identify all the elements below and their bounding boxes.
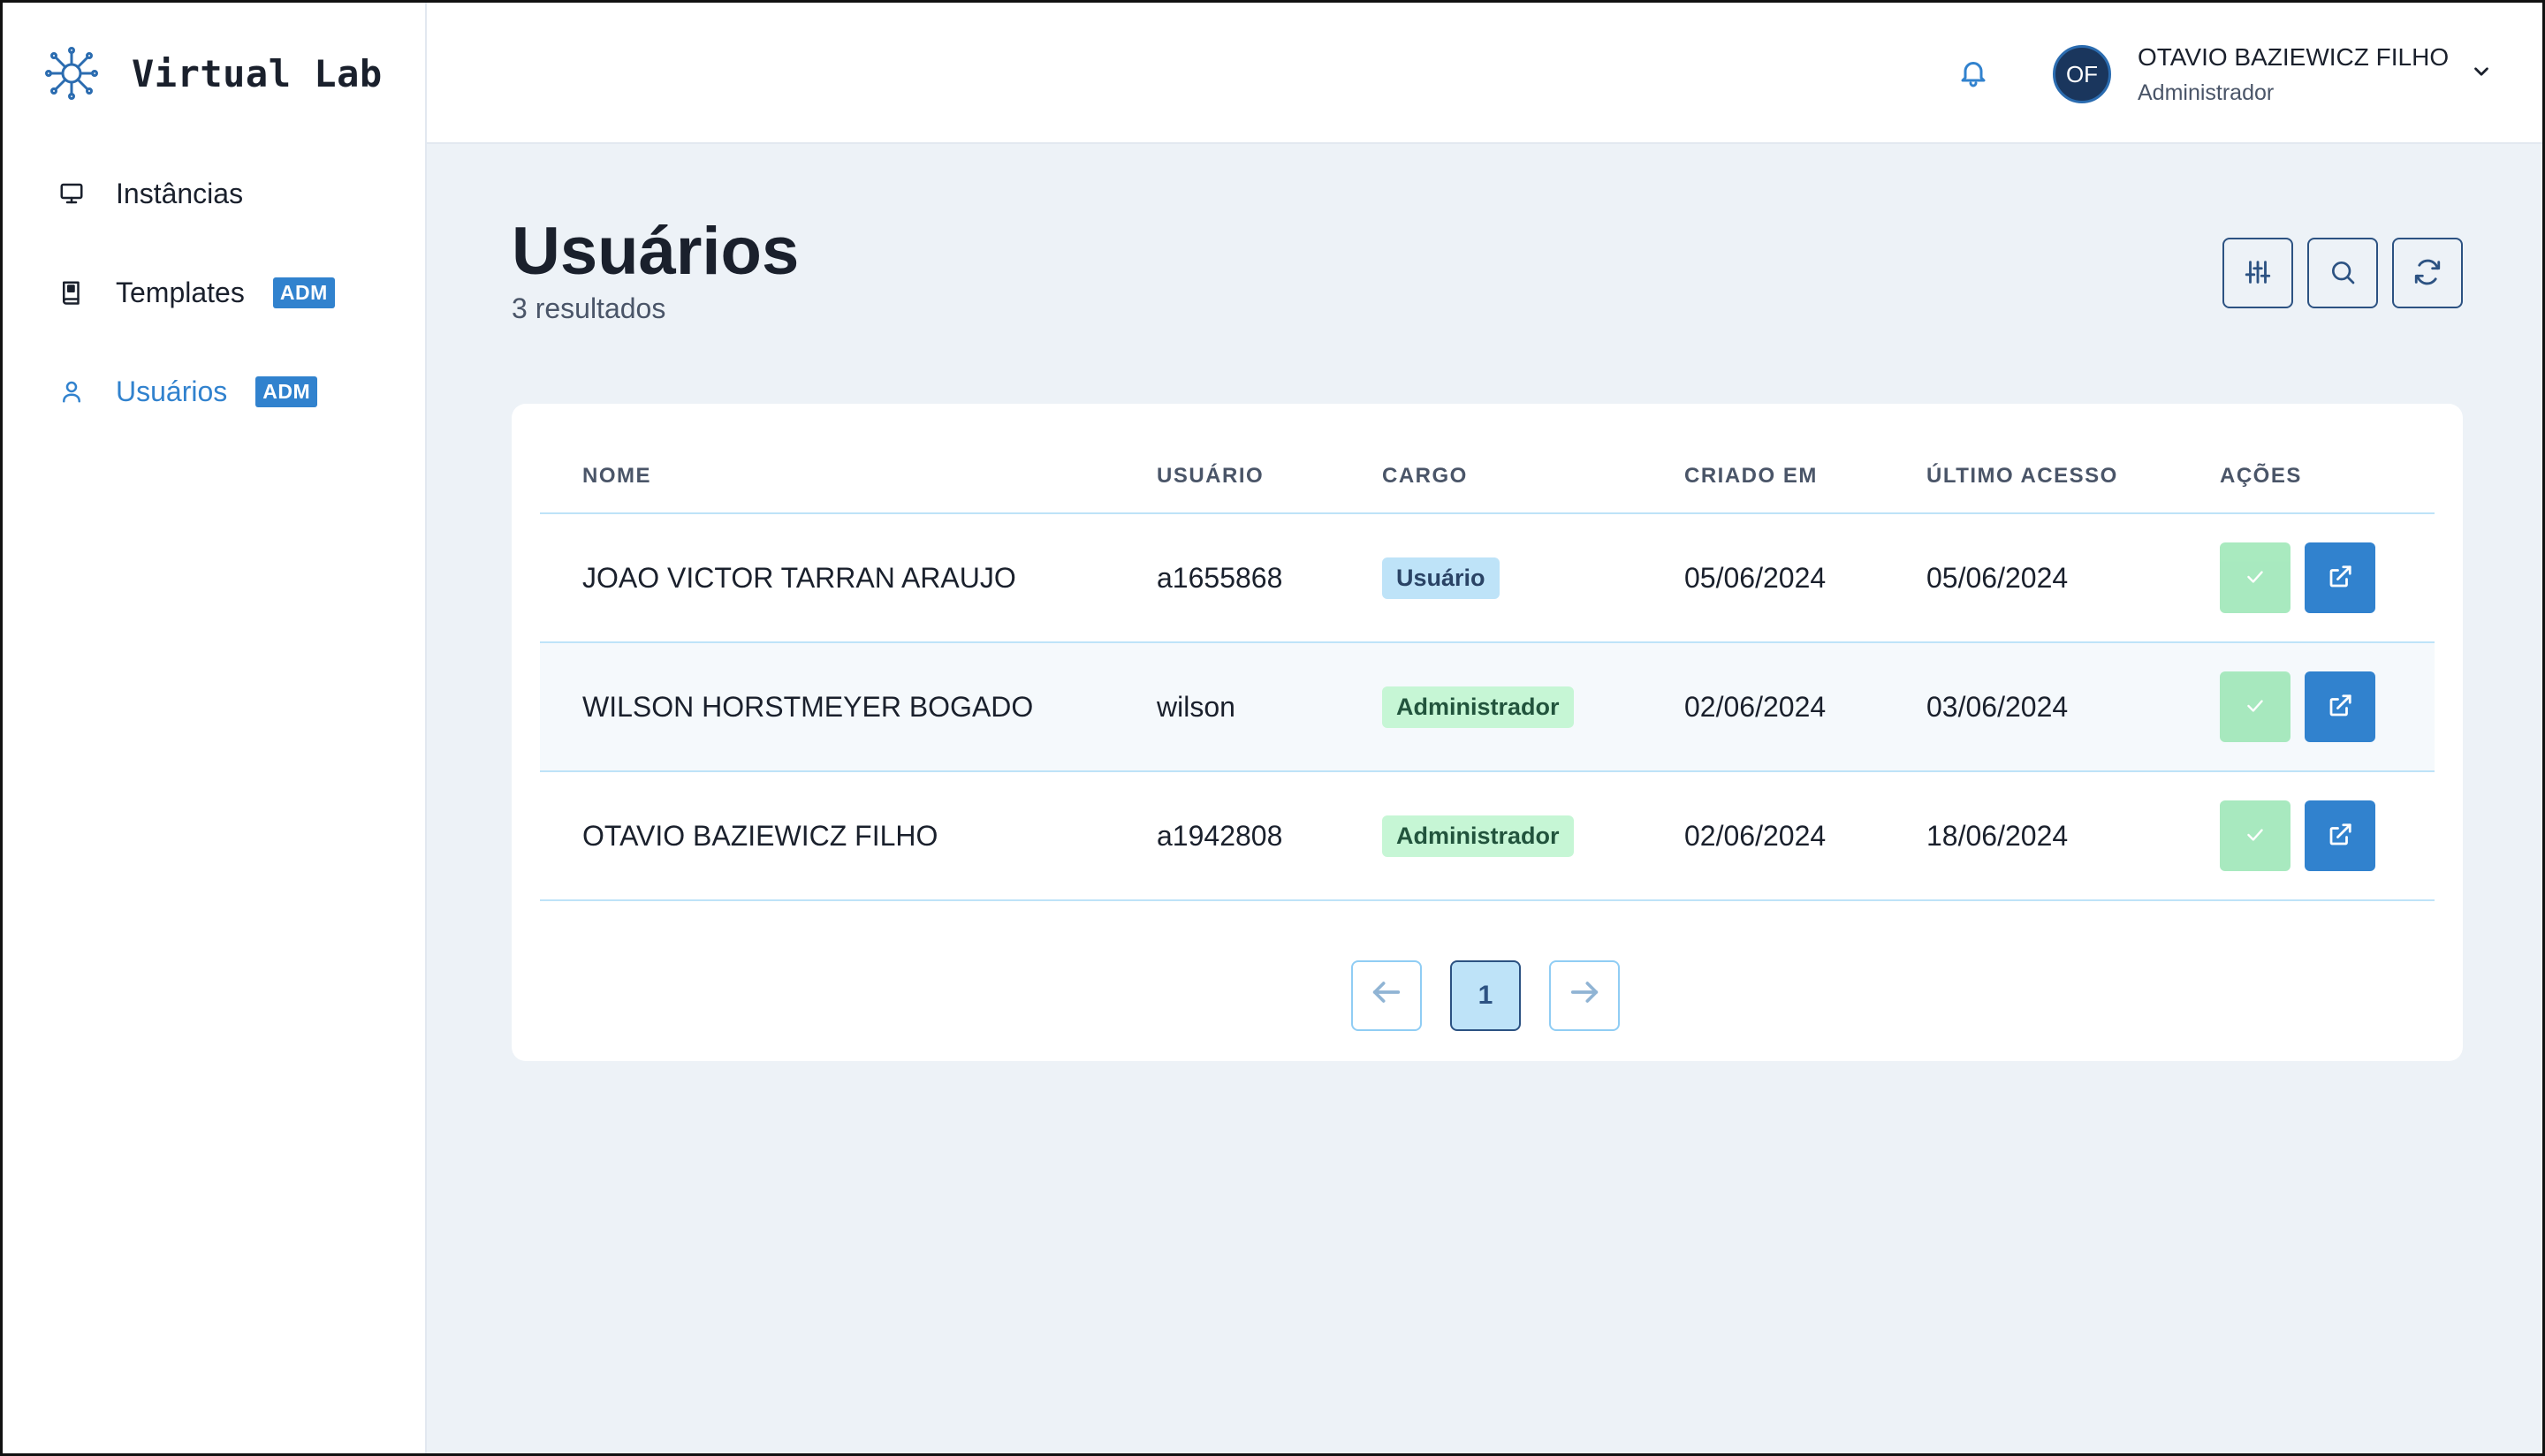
sidebar-item-label: Templates xyxy=(116,276,245,308)
chevron-down-icon[interactable] xyxy=(2470,60,2493,83)
user-role: Administrador xyxy=(2138,80,2275,105)
cell-usuario: a1655868 xyxy=(1114,513,1340,643)
column-header-ultimo-acesso[interactable]: ÚLTIMO ACESSO xyxy=(1884,439,2177,514)
table-row: JOAO VICTOR TARRAN ARAUJO a1655868 Usuár… xyxy=(540,513,2435,643)
cell-nome: OTAVIO BAZIEWICZ FILHO xyxy=(540,771,1114,901)
role-badge: Administrador xyxy=(1382,815,1574,857)
sidebar-nav: Instâncias Templates ADM Usuários ADM xyxy=(3,162,425,459)
search-icon xyxy=(2328,258,2357,289)
table-row: OTAVIO BAZIEWICZ FILHO a1942808 Administ… xyxy=(540,771,2435,901)
user-icon xyxy=(56,375,87,407)
column-header-usuario[interactable]: USUÁRIO xyxy=(1114,439,1340,514)
page-number-button[interactable]: 1 xyxy=(1450,960,1521,1031)
approve-button[interactable] xyxy=(2220,671,2290,742)
cell-acoes xyxy=(2177,771,2435,901)
open-user-button[interactable] xyxy=(2305,800,2375,871)
role-badge: Administrador xyxy=(1382,686,1574,728)
column-header-nome[interactable]: NOME xyxy=(540,439,1114,514)
sidebar-item-label: Instâncias xyxy=(116,177,244,209)
main-content: Usuários 3 resultados NOME USUÁRIO CARGO… xyxy=(427,144,2542,1453)
notifications-bell-icon[interactable] xyxy=(1951,50,1995,95)
app-window: Virtual Lab Instâncias Templates ADM Usu… xyxy=(0,0,2545,1456)
external-link-icon xyxy=(2327,693,2353,722)
open-user-button[interactable] xyxy=(2305,671,2375,742)
column-header-criado-em[interactable]: CRIADO EM xyxy=(1642,439,1884,514)
role-badge: Usuário xyxy=(1382,557,1500,599)
adm-badge: ADM xyxy=(272,277,335,308)
page-title: Usuários xyxy=(512,214,800,289)
users-table: NOME USUÁRIO CARGO CRIADO EM ÚLTIMO ACES… xyxy=(540,439,2435,901)
cell-ultimo-acesso: 03/06/2024 xyxy=(1884,642,2177,772)
table-row: WILSON HORSTMEYER BOGADO wilson Administ… xyxy=(540,642,2435,772)
toolbar xyxy=(2222,238,2463,308)
refresh-icon xyxy=(2412,257,2442,290)
cell-ultimo-acesso: 05/06/2024 xyxy=(1884,513,2177,643)
top-header: OF OTAVIO BAZIEWICZ FILHO Administrador xyxy=(427,3,2542,144)
user-menu[interactable]: OF OTAVIO BAZIEWICZ FILHO Administrador xyxy=(2053,34,2493,114)
cell-cargo: Administrador xyxy=(1340,642,1642,772)
cell-nome: WILSON HORSTMEYER BOGADO xyxy=(540,642,1114,772)
monitor-icon xyxy=(56,178,87,209)
results-count: 3 resultados xyxy=(512,292,666,324)
cell-cargo: Usuário xyxy=(1340,513,1642,643)
filter-button[interactable] xyxy=(2222,238,2293,308)
arrow-right-icon xyxy=(1567,974,1602,1017)
cell-criado-em: 05/06/2024 xyxy=(1642,513,1884,643)
adm-badge: ADM xyxy=(255,375,318,407)
sidebar-item-instancias[interactable]: Instâncias xyxy=(3,162,425,225)
open-user-button[interactable] xyxy=(2305,542,2375,613)
sidebar: Virtual Lab Instâncias Templates ADM Usu… xyxy=(3,3,427,1453)
sidebar-item-usuarios[interactable]: Usuários ADM xyxy=(3,360,425,423)
refresh-button[interactable] xyxy=(2392,238,2463,308)
check-icon xyxy=(2244,694,2267,720)
arrow-left-icon xyxy=(1369,974,1404,1017)
app-name: Virtual Lab xyxy=(132,51,383,95)
cell-acoes xyxy=(2177,513,2435,643)
table-header-row: NOME USUÁRIO CARGO CRIADO EM ÚLTIMO ACES… xyxy=(540,439,2435,514)
avatar: OF xyxy=(2053,45,2111,103)
external-link-icon xyxy=(2327,564,2353,593)
prev-page-button[interactable] xyxy=(1351,960,1422,1031)
cell-acoes xyxy=(2177,642,2435,772)
check-icon xyxy=(2244,823,2267,849)
user-info: OTAVIO BAZIEWICZ FILHO Administrador xyxy=(2138,43,2449,106)
sliders-icon xyxy=(2243,257,2273,290)
cell-criado-em: 02/06/2024 xyxy=(1642,771,1884,901)
cell-ultimo-acesso: 18/06/2024 xyxy=(1884,771,2177,901)
cell-criado-em: 02/06/2024 xyxy=(1642,642,1884,772)
cell-cargo: Administrador xyxy=(1340,771,1642,901)
external-link-icon xyxy=(2327,822,2353,851)
column-header-acoes: AÇÕES xyxy=(2177,439,2435,514)
sidebar-item-label: Usuários xyxy=(116,375,228,407)
sidebar-item-templates[interactable]: Templates ADM xyxy=(3,261,425,324)
user-name: OTAVIO BAZIEWICZ FILHO xyxy=(2138,42,2450,71)
approve-button[interactable] xyxy=(2220,542,2290,613)
column-header-cargo[interactable]: CARGO xyxy=(1340,439,1642,514)
cell-nome: JOAO VICTOR TARRAN ARAUJO xyxy=(540,513,1114,643)
brand[interactable]: Virtual Lab xyxy=(42,42,383,105)
virus-logo-icon xyxy=(42,43,102,103)
cell-usuario: a1942808 xyxy=(1114,771,1340,901)
check-icon xyxy=(2244,565,2267,591)
search-button[interactable] xyxy=(2307,238,2378,308)
cell-usuario: wilson xyxy=(1114,642,1340,772)
approve-button[interactable] xyxy=(2220,800,2290,871)
pagination: 1 xyxy=(1351,960,1620,1031)
book-icon xyxy=(56,277,87,308)
next-page-button[interactable] xyxy=(1549,960,1620,1031)
